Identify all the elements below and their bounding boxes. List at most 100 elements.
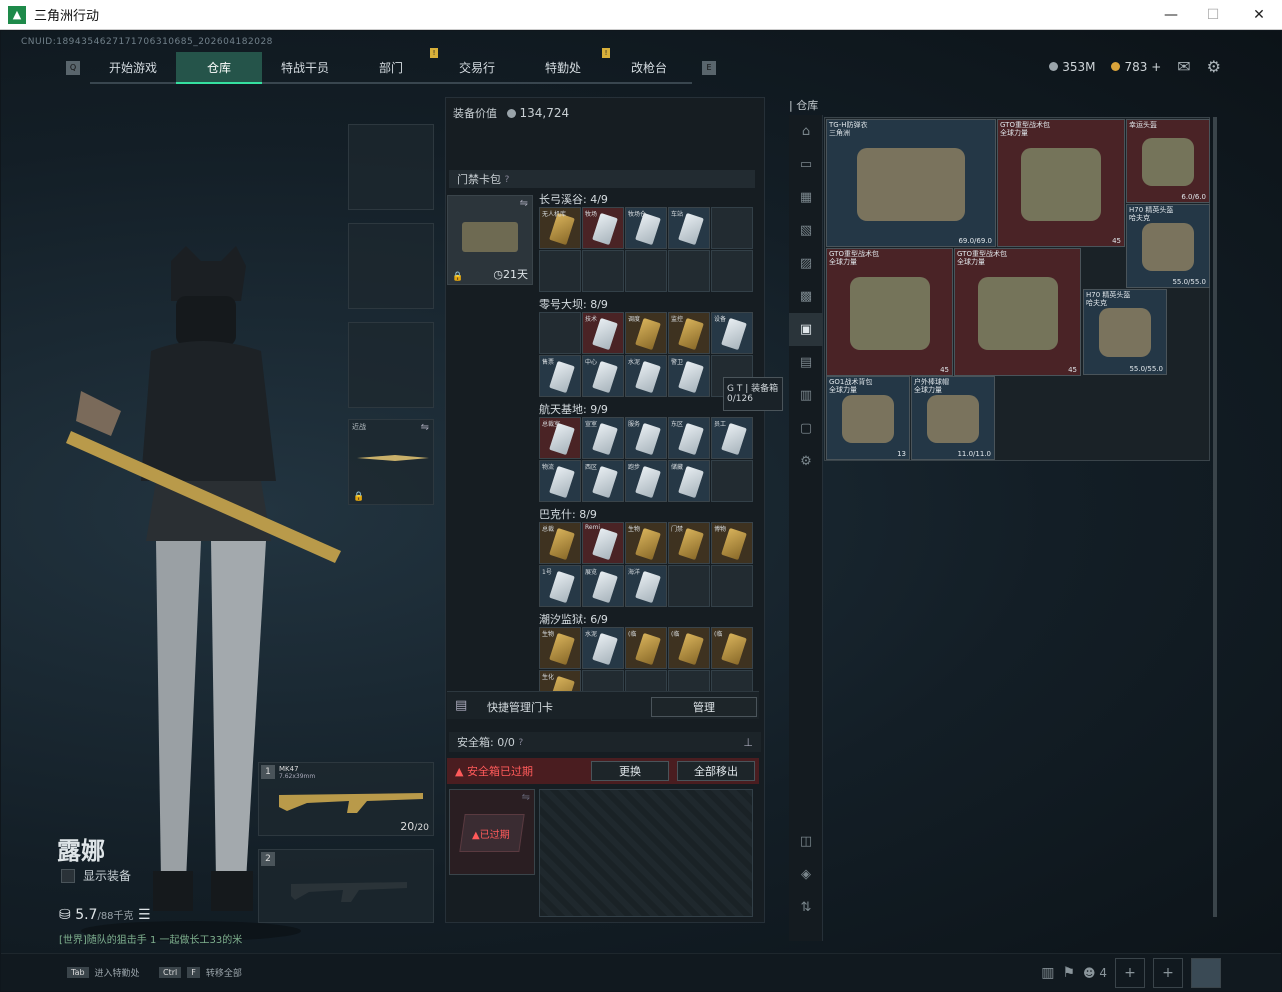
access-card[interactable]: 无人机库 [539,207,581,249]
maximize-button[interactable]: ☐ [1190,0,1236,30]
warehouse-item[interactable]: H70 精英头盔 哈夫克 55.0/55.0 [1083,289,1167,375]
access-card[interactable]: 门禁 [668,522,710,564]
access-card[interactable]: 监控 [668,312,710,354]
sidebar-item-keys[interactable]: ▢ [789,412,823,445]
armor-slot[interactable] [348,223,434,309]
tab-operators[interactable]: 特战干员 [262,52,348,84]
access-card[interactable]: 海洋 [625,565,667,607]
access-card[interactable]: 车站 [668,207,710,249]
access-card[interactable]: Remi [582,522,624,564]
show-equipment-toggle[interactable]: 显示装备 [61,867,131,884]
sidebar-layers-icon[interactable]: ◈ [789,858,823,891]
player-avatar[interactable] [1191,958,1221,988]
warehouse-item[interactable]: GTO重型战术包 全球力量 45 [997,119,1125,247]
minimize-button[interactable]: — [1148,0,1194,30]
access-card[interactable]: 牧场 [582,207,624,249]
flag-icon[interactable]: ⚑ [1062,965,1075,981]
nav-next-key[interactable]: E [702,61,716,75]
access-card[interactable]: (临 [668,627,710,669]
swap-icon[interactable]: ⇋ [520,198,528,209]
access-card[interactable]: 宣室 [582,417,624,459]
mail-icon[interactable]: ✉ [1177,57,1190,76]
safebox-help-icon[interactable]: ? [518,737,523,748]
tab-trading[interactable]: 交易行 [434,52,520,84]
warehouse-scrollbar[interactable] [1213,117,1217,917]
card-case-item[interactable]: ⇋ 🔒 ◷21天 [447,195,533,285]
pin-icon[interactable]: ⊥ [743,736,753,749]
swap-icon[interactable]: ⇋ [421,422,429,433]
show-equipment-checkbox[interactable] [61,868,75,883]
transfer-all-hint[interactable]: Ctrl F 转移全部 [159,966,242,979]
tab-start-game[interactable]: 开始游戏 [90,52,176,84]
access-card[interactable]: 生物 [539,627,581,669]
access-card[interactable]: 生物 [625,522,667,564]
nav-prev-key[interactable]: Q [66,61,80,75]
add-teammate-button-1[interactable]: + [1115,958,1145,988]
secondary-weapon-slot[interactable]: 2 [258,849,434,923]
warehouse-item[interactable]: H70 精英头盔 哈夫克 55.0/55.0 [1126,204,1210,288]
warehouse-item[interactable]: GTO重型战术包 全球力量 45 [954,248,1081,376]
empty-card-slot[interactable] [711,460,753,502]
card-pack-help-icon[interactable]: ? [505,174,510,185]
sidebar-item-cases[interactable]: ▣ [789,313,823,346]
add-currency-button[interactable]: + [1151,60,1161,74]
access-card[interactable]: 服务 [625,417,667,459]
enter-special-ops-hint[interactable]: Tab 进入特勤处 [67,966,140,979]
sidebar-settings-gear-icon[interactable]: ⚙ [789,445,823,478]
access-card[interactable]: 西区 [582,460,624,502]
access-card[interactable]: 储藏 [668,460,710,502]
warehouse-item[interactable]: GTO重型战术包 全球力量 45 [826,248,953,376]
add-teammate-button-2[interactable]: + [1153,958,1183,988]
access-card[interactable]: 跑步 [625,460,667,502]
sidebar-item-helmet[interactable]: ⌂ [789,115,823,148]
access-card[interactable]: 中心 [582,355,624,397]
manage-button[interactable]: 管理 [651,697,757,717]
empty-card-slot[interactable] [582,250,624,292]
empty-card-slot[interactable] [668,565,710,607]
access-card[interactable]: 总裁 [539,522,581,564]
empty-card-slot[interactable] [625,250,667,292]
access-card[interactable]: (临 [711,627,753,669]
stats-icon[interactable]: ▥ [1041,965,1054,981]
access-card[interactable]: 物流 [539,460,581,502]
access-card[interactable]: 水泥 [582,627,624,669]
sidebar-sort-icon[interactable]: ⇅ [789,891,823,924]
access-card[interactable]: 东区 [668,417,710,459]
sidebar-item-weapon[interactable]: ▭ [789,148,823,181]
swap-icon[interactable]: ⇋ [522,792,530,803]
weight-detail-icon[interactable]: ☰ [138,907,151,923]
empty-card-slot[interactable] [668,250,710,292]
tab-warehouse[interactable]: 仓库 [176,52,262,84]
access-card[interactable]: 总裁室 [539,417,581,459]
empty-card-slot[interactable] [711,565,753,607]
sidebar-item-ammo[interactable]: ▧ [789,214,823,247]
safebox-item[interactable]: ▲已过期 ⇋ [449,789,535,875]
access-card[interactable]: 牧场仓 [625,207,667,249]
access-card[interactable]: 技术 [582,312,624,354]
access-card[interactable]: (临 [625,627,667,669]
move-all-button[interactable]: 全部移出 [677,761,755,781]
sidebar-item-collectibles[interactable]: ▥ [789,379,823,412]
sidebar-item-misc[interactable]: ▤ [789,346,823,379]
access-card[interactable]: 警卫 [668,355,710,397]
empty-card-slot[interactable] [539,250,581,292]
primary-weapon-slot[interactable]: 1 MK47 7.62x39mm 20/20 [258,762,434,836]
empty-card-slot[interactable] [711,250,753,292]
melee-slot[interactable]: 近战 ⇋ 🔒 [348,419,434,505]
access-card[interactable]: 员工 [711,417,753,459]
warehouse-item[interactable]: 户外棒球帽 全球力量 11.0/11.0 [911,376,995,460]
sidebar-item-gear[interactable]: ▦ [789,181,823,214]
sidebar-item-medical[interactable]: ▨ [789,247,823,280]
tab-gunsmith[interactable]: 改枪台 [606,52,692,84]
access-card[interactable]: 1号 [539,565,581,607]
settings-gear-icon[interactable]: ⚙ [1207,57,1221,76]
helmet-slot[interactable] [348,124,434,210]
access-card[interactable]: 展览 [582,565,624,607]
empty-card-slot[interactable] [539,312,581,354]
pistol-slot[interactable] [348,322,434,408]
access-card[interactable]: 水泥 [625,355,667,397]
warehouse-item[interactable]: GO1战术背包 全球力量 13 [826,376,910,460]
access-card[interactable]: 调度 [625,312,667,354]
tab-special-ops[interactable]: 特勤处! [520,48,610,84]
warehouse-item[interactable]: TG-H防弹衣 三角洲 69.0/69.0 [826,119,996,247]
